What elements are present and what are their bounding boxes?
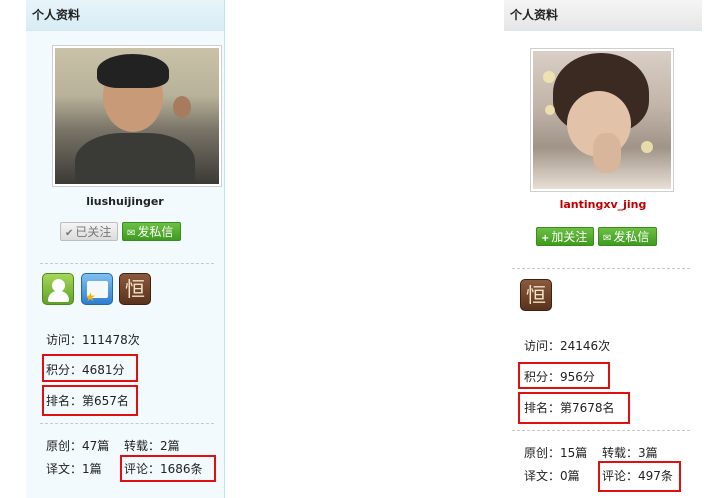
send-message-label: 发私信 <box>613 230 650 244</box>
comments-highlight-box <box>120 455 216 482</box>
divider <box>512 268 690 269</box>
original-posts-stat: 原创：15篇 <box>524 446 588 460</box>
perseverance-badge-icon[interactable]: 恒 <box>119 273 151 305</box>
username[interactable]: lantingxv_jing <box>504 198 702 211</box>
rank-highlight-box <box>518 392 630 424</box>
points-highlight-box <box>42 354 138 382</box>
divider <box>512 430 690 431</box>
followed-label: 已关注 <box>75 225 112 239</box>
username[interactable]: liushuijinger <box>26 195 224 208</box>
translations-stat: 译文：0篇 <box>524 469 580 483</box>
send-message-label: 发私信 <box>137 225 174 239</box>
send-message-button[interactable]: ✉ 发私信 <box>122 222 181 241</box>
envelope-icon: ✉ <box>603 233 612 244</box>
profile-panel-left: 个人资料 liushuijinger ✔ 已关注 ✉ 发私信 ★ 恒 访问：1114… <box>26 0 225 498</box>
panel-title: 个人资料 <box>26 0 224 31</box>
avatar-photo <box>533 51 671 189</box>
avatar[interactable] <box>530 48 674 192</box>
avatar[interactable] <box>52 45 222 187</box>
divider <box>40 423 214 424</box>
plus-icon: + <box>541 233 550 244</box>
panel-title: 个人资料 <box>504 0 702 31</box>
followed-button[interactable]: ✔ 已关注 <box>60 222 118 241</box>
follow-button[interactable]: + 加关注 <box>536 227 594 246</box>
send-message-button[interactable]: ✉ 发私信 <box>598 227 657 246</box>
reposts-stat: 转载：3篇 <box>602 446 658 460</box>
avatar-photo <box>55 48 219 184</box>
envelope-icon: ✉ <box>127 228 136 239</box>
certificate-badge-icon[interactable]: ★ <box>81 273 113 305</box>
comments-highlight-box <box>598 461 681 492</box>
visits-stat: 访问：111478次 <box>46 333 140 347</box>
check-icon: ✔ <box>65 228 74 239</box>
perseverance-badge-icon[interactable]: 恒 <box>520 279 552 311</box>
follow-label: 加关注 <box>551 230 588 244</box>
translations-stat: 译文：1篇 <box>46 462 102 476</box>
points-highlight-box <box>518 362 610 389</box>
divider <box>40 263 214 264</box>
original-posts-stat: 原创：47篇 <box>46 439 110 453</box>
rank-highlight-box <box>42 385 138 416</box>
person-badge-icon[interactable] <box>42 273 74 305</box>
reposts-stat: 转载：2篇 <box>124 439 180 453</box>
visits-stat: 访问：24146次 <box>524 339 611 353</box>
